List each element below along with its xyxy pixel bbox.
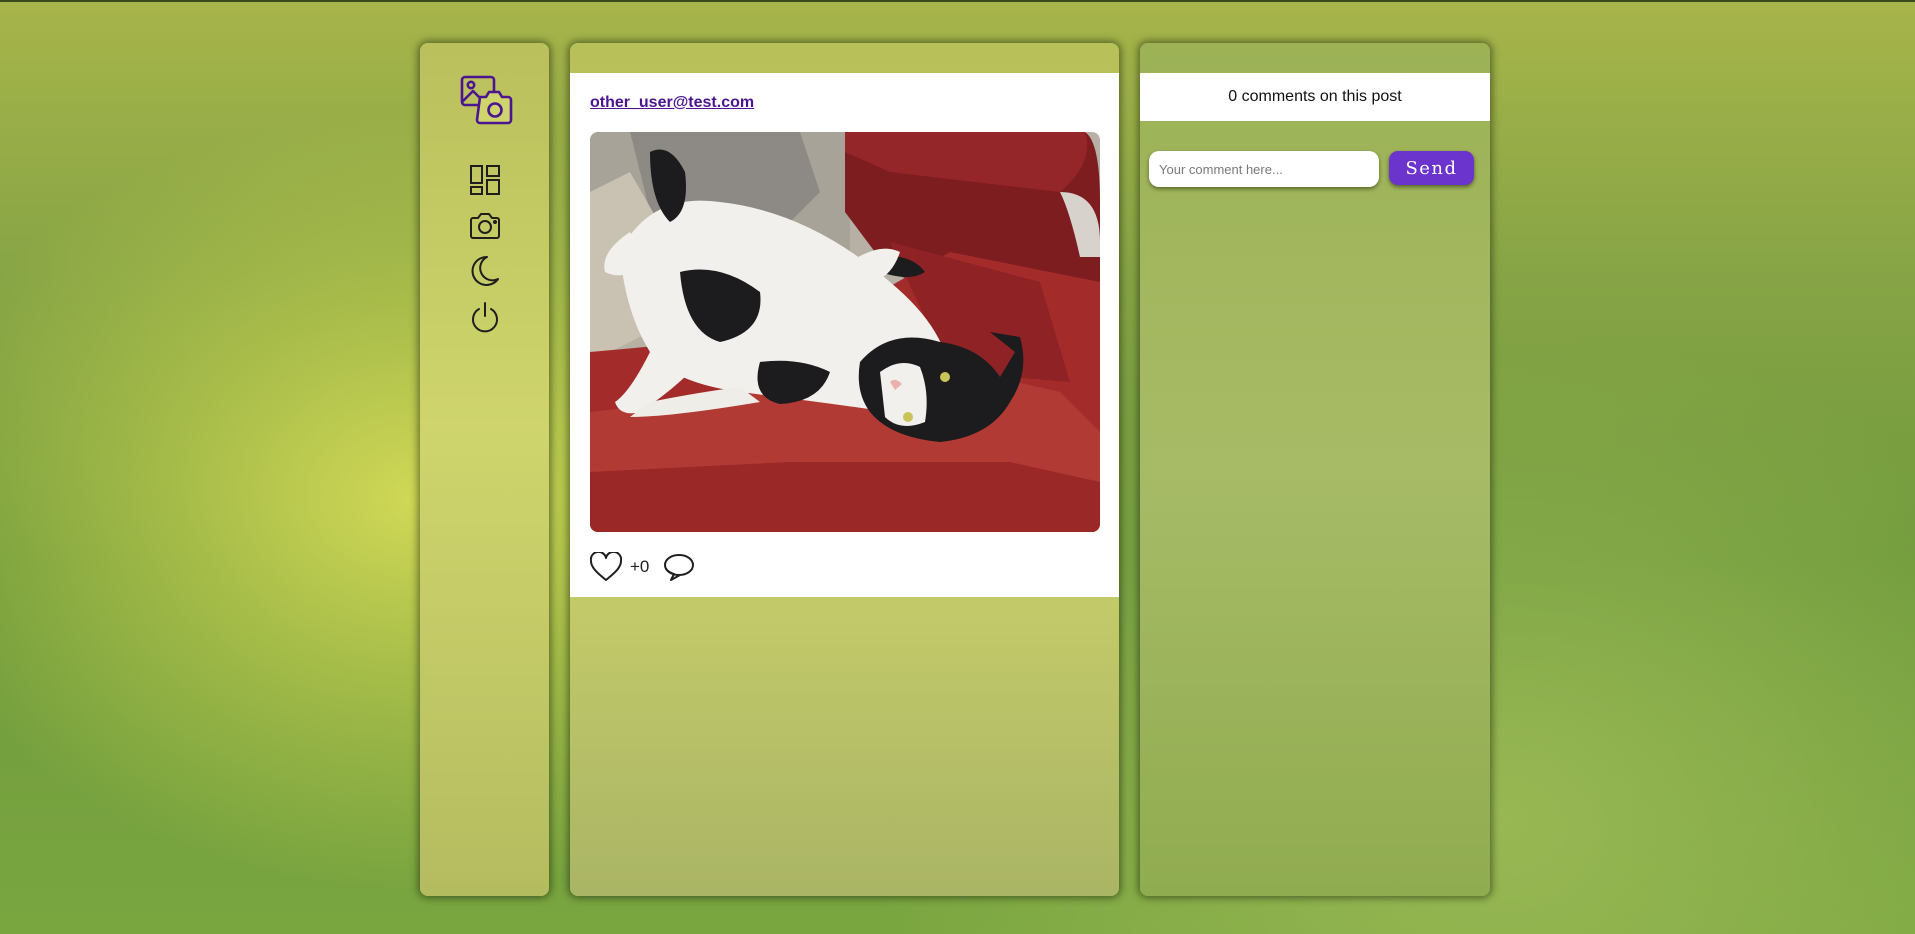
moon-icon[interactable] — [468, 254, 502, 288]
post-author-link[interactable]: other_user@test.com — [590, 94, 754, 112]
feed-panel: other_user@test.com +0 — [570, 43, 1119, 896]
post-card: other_user@test.com +0 — [570, 73, 1119, 597]
send-button[interactable]: Send — [1389, 151, 1474, 185]
comments-panel: 0 comments on this post Send — [1140, 43, 1490, 896]
camera-icon[interactable] — [468, 209, 502, 243]
like-count: +0 — [630, 557, 650, 576]
dashboard-icon[interactable] — [468, 163, 502, 197]
photo-camera-logo-icon[interactable] — [460, 75, 514, 127]
comment-input[interactable] — [1149, 151, 1379, 187]
power-icon[interactable] — [468, 300, 502, 334]
comment-count: 0 comments on this post — [1140, 73, 1490, 121]
heart-icon[interactable] — [590, 552, 622, 582]
sidebar — [420, 43, 549, 896]
post-image[interactable] — [590, 132, 1100, 532]
speech-bubble-icon[interactable] — [663, 552, 695, 582]
post-actions: +0 — [590, 551, 695, 583]
top-border — [0, 0, 1915, 2]
